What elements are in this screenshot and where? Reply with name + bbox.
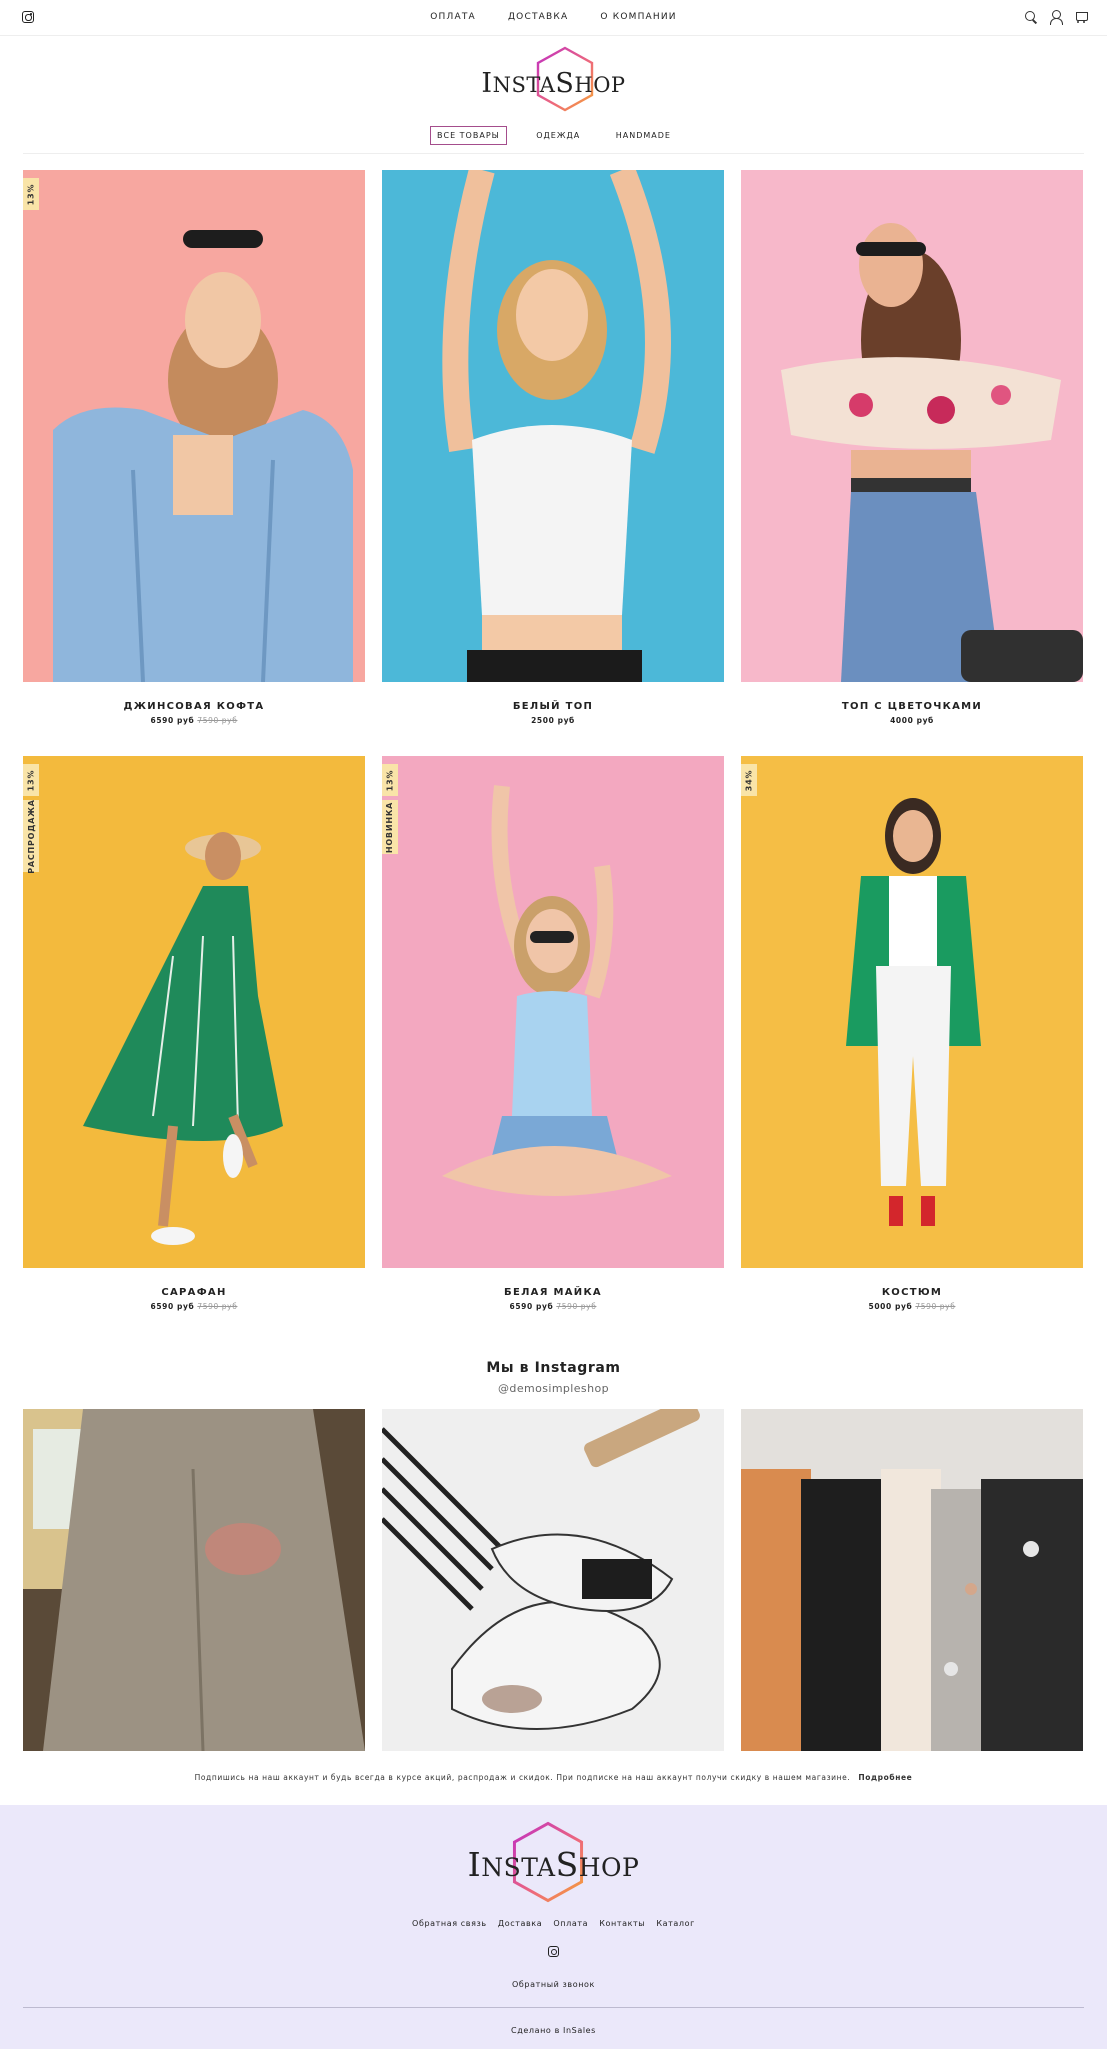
product-image[interactable] <box>741 170 1083 682</box>
footer-nav: Обратная связь Доставка Оплата Контакты … <box>0 1919 1107 1928</box>
instagram-section-header: Мы в Instagram @demosimpleshop <box>0 1360 1107 1395</box>
product-image[interactable]: 34% <box>741 756 1083 1268</box>
product-card[interactable]: 13% НОВИНКА БЕЛАЯ МАЙКА 6590 руб 7590 руб <box>382 756 724 1311</box>
product-price: 6590 руб 7590 руб <box>150 716 238 725</box>
new-badge: НОВИНКА <box>382 800 398 854</box>
product-name[interactable]: БЕЛАЯ МАЙКА <box>382 1287 724 1298</box>
top-nav: ОПЛАТА ДОСТАВКА О КОМПАНИИ <box>0 12 1107 22</box>
instagram-photo-clothes-rack <box>741 1469 1083 1751</box>
footer: INSTASHOP Обратная связь Доставка Оплата… <box>0 1805 1107 2049</box>
product-card[interactable]: 13% РАСПРОДАЖА САРАФАН 6590 руб 7590 руб <box>23 756 365 1311</box>
product-image[interactable] <box>382 170 724 682</box>
footer-divider <box>23 2007 1084 2008</box>
nav-item-about[interactable]: О КОМПАНИИ <box>600 12 676 22</box>
discount-badge: 13% <box>382 764 398 796</box>
instagram-photo-coat <box>23 1409 365 1751</box>
old-price: 7590 руб <box>197 1302 238 1311</box>
more-link[interactable]: Подробнее <box>858 1773 912 1782</box>
instagram-icon[interactable] <box>548 1946 559 1957</box>
callback-link[interactable]: Обратный звонок <box>0 1980 1107 1989</box>
product-name[interactable]: ДЖИНСОВАЯ КОФТА <box>23 701 365 712</box>
product-image[interactable]: 13% <box>23 170 365 682</box>
instagram-post[interactable] <box>23 1409 365 1751</box>
subscribe-note: Подпишись на наш аккаунт и будь всегда в… <box>194 1773 913 1782</box>
footer-link-delivery[interactable]: Доставка <box>498 1919 542 1928</box>
product-name[interactable]: ТОП С ЦВЕТОЧКАМИ <box>741 701 1083 712</box>
instagram-grid <box>0 1395 1107 1751</box>
nav-item-delivery[interactable]: ДОСТАВКА <box>508 12 568 22</box>
nav-item-payment[interactable]: ОПЛАТА <box>430 12 476 22</box>
sale-badge: РАСПРОДАЖА <box>23 799 39 873</box>
product-card[interactable]: БЕЛЫЙ ТОП 2500 руб <box>382 170 724 725</box>
old-price: 7590 руб <box>556 1302 597 1311</box>
user-icon[interactable] <box>1049 10 1063 25</box>
product-photo-figure <box>53 230 353 682</box>
cart-icon[interactable] <box>1074 10 1088 24</box>
product-image[interactable]: 13% НОВИНКА <box>382 756 724 1268</box>
site-logo[interactable]: INSTASHOP <box>464 46 644 116</box>
instagram-handle[interactable]: @demosimpleshop <box>0 1382 1107 1395</box>
product-card[interactable]: ТОП С ЦВЕТОЧКАМИ 4000 руб <box>741 170 1083 725</box>
footer-logo[interactable]: INSTASHOP <box>454 1821 654 1903</box>
product-photo-figure <box>781 223 1083 682</box>
product-photo-figure <box>83 832 283 1245</box>
product-card[interactable]: 13% ДЖИНСОВАЯ КОФТА 6590 руб 7590 руб <box>23 170 365 725</box>
category-tabs: ВСЕ ТОВАРЫ ОДЕЖДА HANDMADE <box>0 126 1107 145</box>
footer-link-catalog[interactable]: Каталог <box>656 1919 695 1928</box>
product-photo-figure <box>442 170 671 682</box>
discount-badge: 34% <box>741 764 757 796</box>
tab-all-products[interactable]: ВСЕ ТОВАРЫ <box>430 126 507 145</box>
product-price: 5000 руб 7590 руб <box>868 1302 956 1311</box>
product-grid: 13% ДЖИНСОВАЯ КОФТА 6590 руб 7590 руб БЕЛ… <box>0 154 1107 1342</box>
product-price: 2500 руб <box>531 716 575 725</box>
instagram-title: Мы в Instagram <box>486 1360 621 1376</box>
product-name[interactable]: КОСТЮМ <box>741 1287 1083 1298</box>
instagram-post[interactable] <box>382 1409 724 1751</box>
old-price: 7590 руб <box>915 1302 956 1311</box>
tab-clothing[interactable]: ОДЕЖДА <box>530 127 586 144</box>
old-price: 7590 руб <box>197 716 238 725</box>
logo-text: INSTASHOP <box>481 68 626 99</box>
product-image[interactable]: 13% РАСПРОДАЖА <box>23 756 365 1268</box>
product-price: 4000 руб <box>890 716 934 725</box>
product-price: 6590 руб 7590 руб <box>150 1302 238 1311</box>
made-by-text[interactable]: Сделано в InSales <box>0 2026 1107 2035</box>
discount-badge: 13% <box>23 178 39 210</box>
tab-handmade[interactable]: HANDMADE <box>610 127 677 144</box>
product-card[interactable]: 34% КОСТЮМ 5000 руб 7590 руб <box>741 756 1083 1311</box>
footer-link-payment[interactable]: Оплата <box>553 1919 588 1928</box>
instagram-photo-sneakers <box>382 1409 700 1730</box>
discount-badge: 13% <box>23 764 39 796</box>
product-price: 6590 руб 7590 руб <box>509 1302 597 1311</box>
footer-link-feedback[interactable]: Обратная связь <box>412 1919 487 1928</box>
search-icon[interactable] <box>1024 10 1037 24</box>
product-name[interactable]: БЕЛЫЙ ТОП <box>382 701 724 712</box>
header-icons <box>1024 10 1088 25</box>
product-photo-figure <box>442 785 672 1196</box>
top-bar: ОПЛАТА ДОСТАВКА О КОМПАНИИ <box>0 0 1107 36</box>
product-name[interactable]: САРАФАН <box>23 1287 365 1298</box>
product-photo-figure <box>846 798 981 1226</box>
logo-text: INSTASHOP <box>467 1845 640 1884</box>
instagram-post[interactable] <box>741 1409 1083 1751</box>
footer-link-contacts[interactable]: Контакты <box>599 1919 645 1928</box>
